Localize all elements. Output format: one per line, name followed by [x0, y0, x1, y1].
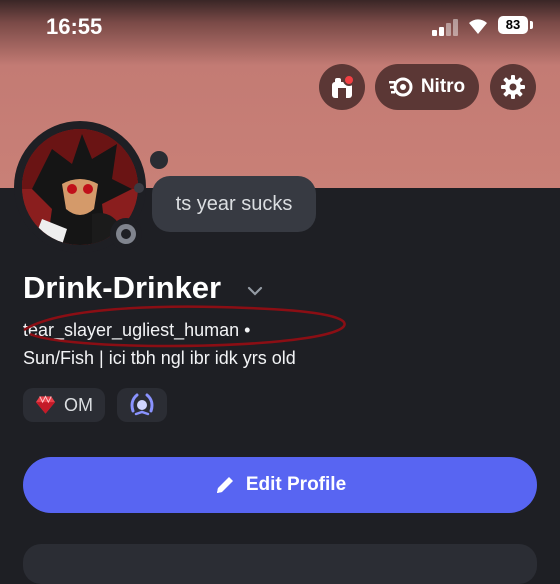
edit-profile-label: Edit Profile	[245, 474, 347, 495]
custom-status-bubble[interactable]: ts year sucks	[152, 176, 316, 232]
battery-nub	[530, 21, 533, 29]
shop-icon	[332, 74, 355, 98]
gem-icon	[35, 395, 56, 414]
cellular-signal-icon	[432, 18, 460, 36]
red-scribble-annotation	[23, 305, 346, 348]
status-bar: 16:55 83	[0, 0, 560, 56]
pencil-icon	[216, 477, 233, 493]
thought-bubble-dot	[134, 183, 144, 193]
custom-status-text: ts year sucks	[175, 192, 293, 215]
settings-button[interactable]	[490, 64, 536, 110]
badge-laurel[interactable]	[117, 388, 167, 422]
badge-om[interactable]: OM	[23, 388, 105, 422]
shop-button[interactable]	[319, 64, 365, 110]
thought-bubble-dot	[150, 151, 168, 169]
badge-label: OM	[64, 394, 93, 415]
offline-status-hole	[121, 229, 131, 239]
nitro-button[interactable]: Nitro	[375, 64, 479, 110]
laurel-badge-icon	[130, 393, 154, 416]
wifi-icon	[469, 19, 487, 34]
nitro-label: Nitro	[420, 76, 466, 97]
status-time: 16:55	[46, 14, 103, 39]
nitro-icon	[388, 77, 413, 97]
chevron-down-icon[interactable]	[246, 285, 264, 297]
gear-icon	[501, 75, 525, 99]
profile-section-card	[23, 544, 537, 584]
edit-profile-button[interactable]: Edit Profile	[23, 457, 537, 513]
battery-indicator: 83	[498, 16, 528, 34]
